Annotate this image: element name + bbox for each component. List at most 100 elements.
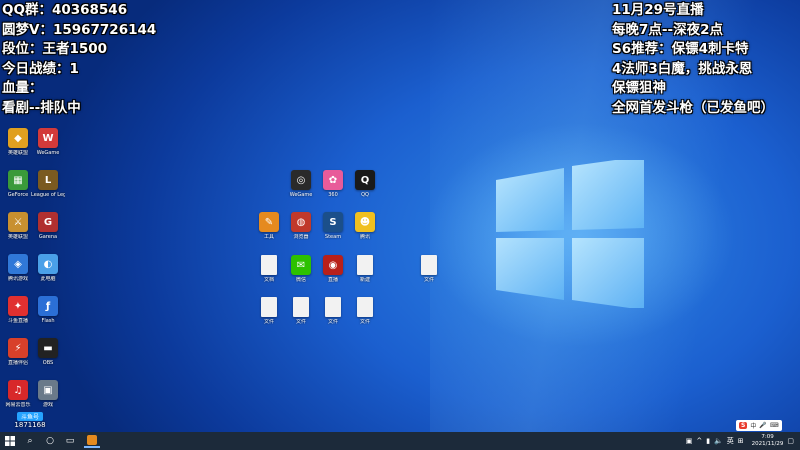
status-text: 看剧--排队中 bbox=[2, 99, 81, 116]
desktop-icon[interactable]: 文件 bbox=[350, 297, 380, 325]
clock-time: 7:09 bbox=[761, 434, 774, 440]
icon-label: 工具 bbox=[263, 234, 274, 240]
desktop-icon[interactable]: ◉ 直播 bbox=[318, 255, 348, 283]
app-glyph: ⚡ bbox=[14, 342, 22, 354]
app-icon: ◆ bbox=[8, 128, 28, 148]
app-glyph: ◎ bbox=[296, 174, 306, 186]
app-glyph: L bbox=[44, 174, 52, 186]
icon-label: 微信 bbox=[295, 277, 306, 283]
desktop-icon[interactable]: ⚡ 直播伴侣 bbox=[3, 338, 33, 366]
app-glyph: ◍ bbox=[296, 216, 306, 228]
app-icon: ◍ bbox=[291, 212, 311, 232]
desktop-icon[interactable]: 文件 bbox=[318, 297, 348, 325]
app-glyph: ✿ bbox=[328, 174, 338, 186]
desktop-icon[interactable]: W WeGame bbox=[33, 128, 63, 156]
desktop-icon[interactable]: 文档 bbox=[254, 255, 284, 283]
search-button[interactable]: ⌕ bbox=[20, 432, 40, 450]
live-tag: 斗鱼号 bbox=[16, 412, 43, 421]
desktop-icon[interactable]: L League of Legends bbox=[31, 170, 65, 198]
app-glyph: ✉ bbox=[296, 259, 306, 271]
desktop-icon[interactable]: ✦ 斗鱼直播 bbox=[3, 296, 33, 324]
desktop-icon[interactable]: 新建 bbox=[350, 255, 380, 283]
stream-info-right: 11月29号直播 每晚7点--深夜2点 S6推荐：保镖4刺卡特 4法师3白魔，挑… bbox=[612, 1, 774, 118]
icon-label: 文件 bbox=[359, 319, 370, 325]
document-icon bbox=[261, 297, 277, 317]
desktop-icon[interactable]: ⚔ 英雄联盟 bbox=[3, 212, 33, 240]
sogou-icon[interactable]: S bbox=[739, 422, 748, 429]
start-button[interactable] bbox=[0, 432, 20, 450]
circle-icon: ○ bbox=[46, 436, 54, 446]
taskbar-app-livestream[interactable] bbox=[84, 434, 100, 448]
icon-label: 斗鱼直播 bbox=[7, 318, 28, 324]
app-glyph: ✎ bbox=[264, 216, 274, 228]
app-glyph: ◐ bbox=[43, 258, 53, 270]
task-view-button[interactable]: ▭ bbox=[60, 432, 80, 450]
document-icon bbox=[325, 297, 341, 317]
taskbar: ⌕ ○ ▭ ▣ ^ ▮ 🔈 英 ⊞ 7:09 2021/11/29 ▢ bbox=[0, 432, 800, 450]
tray-grid-icon[interactable]: ⊞ bbox=[738, 437, 744, 445]
cortana-button[interactable]: ○ bbox=[40, 432, 60, 450]
app-glyph: G bbox=[43, 216, 53, 228]
search-icon: ⌕ bbox=[27, 436, 33, 446]
app-glyph: ♫ bbox=[13, 384, 23, 396]
desktop-icon[interactable]: 文件 bbox=[286, 297, 316, 325]
desktop-icon[interactable]: 文件 bbox=[254, 297, 284, 325]
windows-logo-icon bbox=[496, 160, 644, 308]
app-icon: ◉ bbox=[323, 255, 343, 275]
desktop-icon[interactable]: ◎ WeGame bbox=[286, 170, 316, 198]
qq-group-text: QQ群：40368546 bbox=[2, 2, 128, 18]
app-icon: ◐ bbox=[38, 254, 58, 274]
live-badge: 斗鱼号 1871168 bbox=[2, 396, 58, 430]
desktop-icon[interactable]: ◍ 浏览器 bbox=[286, 212, 316, 240]
document-icon bbox=[357, 297, 373, 317]
desktop-icon[interactable]: ƒ Flash bbox=[33, 296, 63, 324]
desktop-icon[interactable]: ▬ OBS bbox=[33, 338, 63, 366]
icon-label: 文件 bbox=[263, 319, 274, 325]
icon-label: GeForce bbox=[7, 192, 29, 198]
volume-icon[interactable]: 🔈 bbox=[714, 437, 723, 445]
desktop-icon[interactable]: ▦ GeForce bbox=[3, 170, 33, 198]
ime-mode[interactable]: 中 bbox=[750, 421, 756, 430]
system-tray: ▣ ^ ▮ 🔈 英 ⊞ 7:09 2021/11/29 ▢ bbox=[686, 432, 794, 450]
task-view-icon: ▭ bbox=[65, 436, 75, 446]
clock-date: 2021/11/29 bbox=[751, 441, 784, 447]
desktop-icon[interactable]: G Garena bbox=[33, 212, 63, 240]
icon-label: 腾讯游戏 bbox=[7, 276, 28, 282]
document-icon bbox=[261, 255, 277, 275]
tray-lang-icon[interactable]: 英 bbox=[727, 436, 734, 446]
icon-label: 360 bbox=[328, 192, 338, 198]
keyboard-icon[interactable]: ⌨ bbox=[770, 422, 779, 429]
icon-label: Garena bbox=[38, 234, 58, 240]
app-glyph: Q bbox=[360, 174, 370, 186]
mic-icon[interactable]: 🎤 bbox=[759, 422, 766, 429]
icon-label: WeGame bbox=[289, 192, 313, 198]
tray-app-icon[interactable]: ▣ bbox=[686, 437, 693, 445]
desktop-icon[interactable]: S Steam bbox=[318, 212, 348, 240]
app-glyph: S bbox=[329, 216, 337, 228]
ime-toolbar[interactable]: S 中 🎤 ⌨ bbox=[736, 420, 782, 431]
icon-label: 直播伴侣 bbox=[7, 360, 28, 366]
rank-text: 段位：王者1500 bbox=[2, 41, 108, 57]
network-icon[interactable]: ▮ bbox=[706, 437, 710, 445]
desktop-icon[interactable]: Q QQ bbox=[350, 170, 380, 198]
desktop-icon[interactable]: ✎ 工具 bbox=[254, 212, 284, 240]
tray-up-icon[interactable]: ^ bbox=[696, 437, 702, 445]
app-icon: L bbox=[38, 170, 58, 190]
app-icon: ▦ bbox=[8, 170, 28, 190]
desktop-icon[interactable]: 文件 bbox=[414, 255, 444, 283]
app-icon: ⚔ bbox=[8, 212, 28, 232]
desktop-icon[interactable]: ◐ 此电脑 bbox=[33, 254, 63, 282]
desktop-icon[interactable]: ◈ 腾讯游戏 bbox=[3, 254, 33, 282]
livestream-app-icon bbox=[87, 435, 97, 445]
app-icon: G bbox=[38, 212, 58, 232]
icon-label: Flash bbox=[41, 318, 55, 324]
desktop-icon[interactable]: ☻ 腾讯 bbox=[350, 212, 380, 240]
app-icon: ✦ bbox=[8, 296, 28, 316]
desktop-icon[interactable]: ◆ 英雄联盟 bbox=[3, 128, 33, 156]
desktop[interactable]: QQ群：40368546 圆梦V：15967726144 段位：王者1500 今… bbox=[0, 0, 800, 432]
app-icon: ✎ bbox=[259, 212, 279, 232]
desktop-icon[interactable]: ✉ 微信 bbox=[286, 255, 316, 283]
notification-icon[interactable]: ▢ bbox=[787, 437, 794, 445]
clock[interactable]: 7:09 2021/11/29 bbox=[752, 434, 784, 448]
desktop-icon[interactable]: ✿ 360 bbox=[318, 170, 348, 198]
